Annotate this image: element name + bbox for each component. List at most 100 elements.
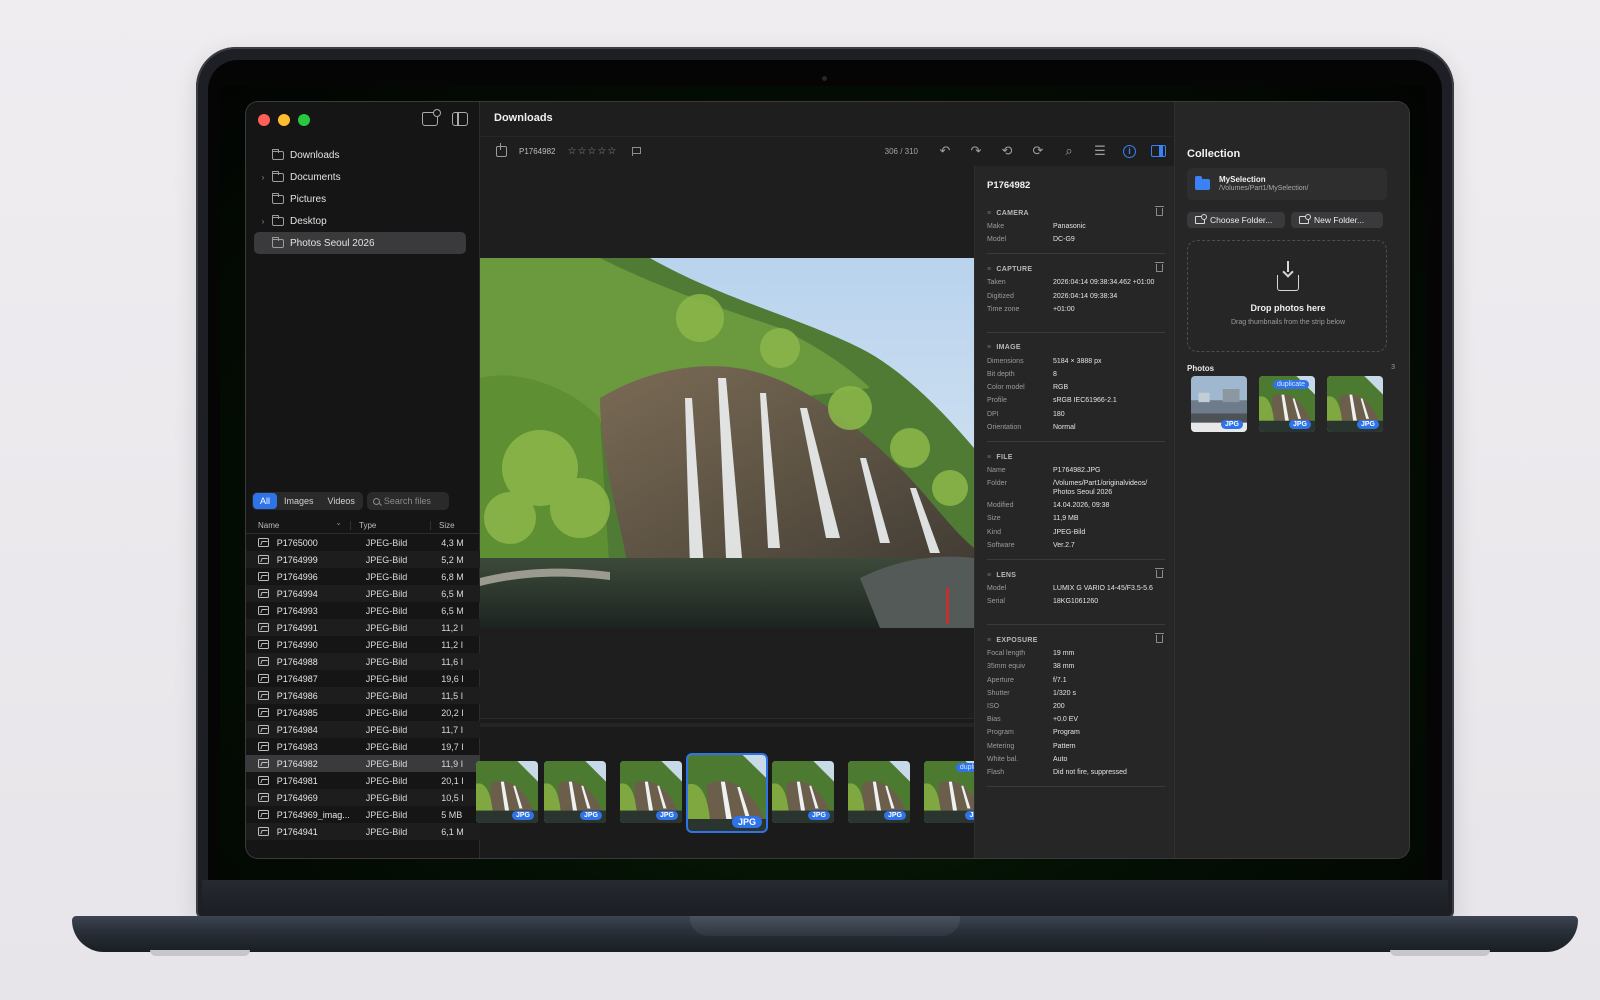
star-icon[interactable]: ☆ — [607, 146, 616, 157]
choose-folder-button[interactable]: Choose Folder... — [1187, 212, 1285, 228]
collection-thumbnail[interactable]: JPG — [1327, 376, 1383, 432]
file-row[interactable]: P1764982 JPEG-Bild 11,9 I — [246, 755, 480, 772]
drop-zone[interactable]: Drop photos here Drag thumbnails from th… — [1187, 240, 1387, 352]
viewer-toolbar: P1764982 ☆ ☆ ☆ ☆ ☆ 306 / 310 ↶ ↷ ⟲ ⟳ ⌕ ☰ i — [480, 136, 1174, 166]
collection-folder-name: MySelection — [1219, 175, 1266, 184]
adjustments-icon[interactable]: ☰ — [1092, 143, 1108, 159]
section-header: CAPTURE — [987, 262, 1165, 276]
export-icon[interactable] — [496, 143, 507, 157]
image-file-icon — [258, 555, 269, 564]
metadata-value: Program — [1053, 729, 1080, 737]
sidebar-folder-item[interactable]: › Documents — [254, 166, 466, 188]
metadata-key: Program — [987, 729, 1014, 737]
column-size[interactable]: Size — [430, 521, 455, 530]
sidebar-folder-item[interactable]: Photos Seoul 2026 — [254, 232, 466, 254]
column-name[interactable]: Name — [246, 518, 350, 530]
strip-thumbnail[interactable]: JPG — [476, 761, 538, 823]
sidebar-folder-item[interactable]: Pictures — [254, 188, 466, 210]
file-row[interactable]: P1764985 JPEG-Bild 20,2 I — [246, 704, 480, 721]
file-row[interactable]: P1765000 JPEG-Bild 4,3 M — [246, 534, 480, 551]
column-type[interactable]: Type — [350, 521, 430, 530]
star-rating[interactable]: ☆ ☆ ☆ ☆ ☆ — [567, 146, 616, 157]
file-size: 19,7 I — [441, 741, 464, 752]
strip-thumbnail[interactable]: JPG — [544, 761, 606, 823]
flag-icon[interactable] — [632, 147, 642, 156]
photo-preview[interactable] — [480, 258, 974, 628]
add-folder-icon[interactable] — [422, 109, 441, 126]
sidebar-folder-item[interactable]: Downloads — [254, 144, 466, 166]
folder-icon — [1195, 176, 1210, 190]
file-row[interactable]: P1764984 JPEG-Bild 11,7 I — [246, 721, 480, 738]
close-window-button[interactable] — [258, 114, 270, 126]
file-row[interactable]: P1764941 JPEG-Bild 6,1 M — [246, 823, 480, 840]
star-icon[interactable]: ☆ — [577, 146, 586, 157]
star-icon[interactable]: ☆ — [587, 146, 596, 157]
delete-section-icon[interactable] — [1155, 633, 1164, 644]
redo-icon[interactable]: ↷ — [968, 143, 984, 159]
star-icon[interactable]: ☆ — [597, 146, 606, 157]
zoom-window-button[interactable] — [298, 114, 310, 126]
collection-thumbnail[interactable]: JPG duplicate — [1259, 376, 1315, 432]
file-filter-bar: All Images Videos Search files — [252, 492, 449, 510]
file-row[interactable]: P1764986 JPEG-Bild 11,5 I — [246, 687, 480, 704]
filter-all-button[interactable]: All — [253, 493, 278, 509]
file-size: 6,5 M — [441, 605, 464, 616]
metadata-key: Metering — [987, 742, 1015, 750]
file-name: P1764941 — [276, 826, 318, 837]
metadata-key: Software — [987, 541, 1015, 549]
search-input[interactable]: Search files — [366, 492, 449, 510]
file-row[interactable]: P1764983 JPEG-Bild 19,7 I — [246, 738, 480, 755]
collection-folder-card[interactable]: MySelection /Volumes/Part1/MySelection/ — [1187, 168, 1387, 200]
window-title: Downloads — [494, 112, 553, 124]
drop-tray-icon — [1277, 261, 1299, 291]
file-row[interactable]: P1764993 JPEG-Bild 6,5 M — [246, 602, 480, 619]
file-row[interactable]: P1764990 JPEG-Bild 11,2 I — [246, 636, 480, 653]
file-type: JPEG-Bild — [365, 826, 408, 837]
new-folder-button[interactable]: New Folder... — [1291, 212, 1383, 228]
filter-images-button[interactable]: Images — [277, 493, 321, 509]
metadata-value: 8 — [1053, 371, 1057, 378]
star-icon[interactable]: ☆ — [567, 146, 576, 157]
inspector-toggle-icon[interactable] — [1151, 145, 1166, 157]
file-row[interactable]: P1764969_imag... JPEG-Bild 5 MB — [246, 806, 480, 823]
metadata-value: 14.04.2026, 09:38 — [1053, 502, 1110, 510]
delete-section-icon[interactable] — [1155, 206, 1164, 216]
file-row[interactable]: P1764969 JPEG-Bild 10,5 I — [246, 789, 480, 806]
strip-thumbnail[interactable]: JPG — [686, 753, 768, 833]
file-row[interactable]: P1764996 JPEG-Bild 6,8 M — [246, 568, 480, 585]
zoom-icon[interactable]: ⌕ — [1061, 143, 1077, 159]
file-row[interactable]: P1764988 JPEG-Bild 11,6 I — [246, 653, 480, 670]
filter-videos-button[interactable]: Videos — [321, 493, 362, 509]
delete-section-icon[interactable] — [1155, 262, 1164, 273]
sidebar-folder-item[interactable]: › Desktop — [254, 210, 466, 232]
file-row[interactable]: P1764994 JPEG-Bild 6,5 M — [246, 585, 480, 602]
file-type: JPEG-Bild — [365, 758, 408, 769]
info-icon[interactable]: i — [1123, 144, 1136, 158]
rotate-right-icon[interactable]: ⟳ — [1030, 143, 1046, 159]
file-row[interactable]: P1764999 JPEG-Bild 5,2 M — [246, 551, 480, 568]
minimize-window-button[interactable] — [278, 114, 290, 126]
metadata-key: Bias — [987, 716, 1001, 724]
metadata-key: DPI — [987, 410, 999, 418]
image-file-icon — [258, 793, 269, 802]
metadata-row: Model LUMIX G VARIO 14-45/F3.5-5.6 — [987, 582, 1165, 595]
strip-thumbnail[interactable]: JPG — [620, 761, 682, 823]
section-header: IMAGE — [987, 341, 1165, 355]
file-row[interactable]: P1764991 JPEG-Bild 11,2 I — [246, 619, 480, 636]
strip-thumbnail[interactable]: JPG — [848, 761, 910, 823]
file-type: JPEG-Bild — [365, 775, 408, 786]
undo-icon[interactable]: ↶ — [937, 143, 953, 159]
delete-section-icon[interactable] — [1155, 568, 1164, 578]
strip-thumbnail[interactable]: JPG — [772, 761, 834, 823]
metadata-value: 2026:04:14 09:38:34 — [1053, 292, 1118, 300]
sidebar-toggle-icon[interactable] — [452, 112, 468, 126]
collection-thumbnail[interactable]: JPG — [1191, 376, 1247, 432]
file-row[interactable]: P1764987 JPEG-Bild 19,6 I — [246, 670, 480, 687]
strip-scrollbar[interactable] — [480, 723, 974, 727]
rotate-left-icon[interactable]: ⟲ — [999, 143, 1015, 159]
folder-icon — [272, 236, 284, 248]
file-row[interactable]: P1764981 JPEG-Bild 20,1 I — [246, 772, 480, 789]
disclosure-chevron-icon[interactable]: › — [258, 217, 268, 226]
file-type: JPEG-Bild — [365, 571, 408, 582]
disclosure-chevron-icon[interactable]: › — [258, 173, 268, 182]
